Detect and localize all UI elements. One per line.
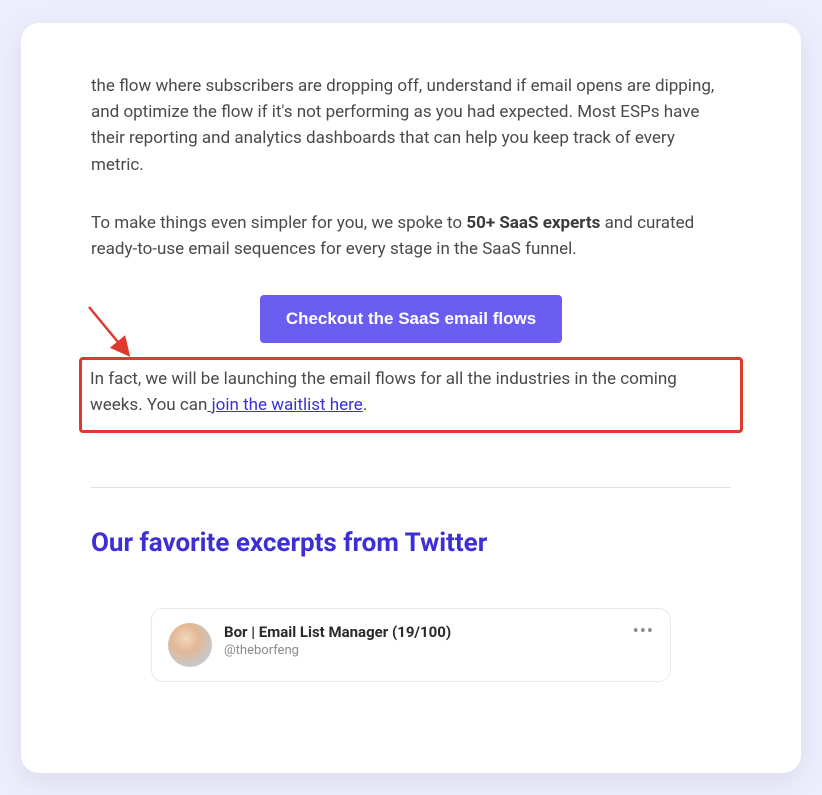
- tweet-more-icon[interactable]: •••: [633, 623, 654, 641]
- tweet-author-name: Bor | Email List Manager (19/100): [224, 623, 621, 641]
- content-card: the flow where subscribers are dropping …: [21, 23, 801, 773]
- tweet-header: Bor | Email List Manager (19/100) @thebo…: [224, 623, 621, 658]
- tweet-card[interactable]: Bor | Email List Manager (19/100) @thebo…: [151, 608, 671, 682]
- highlight-text-before: In fact, we will be launching the email …: [90, 369, 677, 415]
- paragraph-1: the flow where subscribers are dropping …: [91, 73, 731, 178]
- twitter-section-title: Our favorite excerpts from Twitter: [91, 528, 731, 558]
- tweet-author-handle: @theborfeng: [224, 643, 621, 658]
- highlight-wrapper: In fact, we will be launching the email …: [91, 357, 731, 434]
- checkout-flows-button[interactable]: Checkout the SaaS email flows: [260, 295, 562, 343]
- join-waitlist-link[interactable]: join the waitlist here: [207, 395, 362, 415]
- highlight-text-after: .: [363, 395, 367, 415]
- cta-container: Checkout the SaaS email flows: [91, 295, 731, 343]
- highlight-box: In fact, we will be launching the email …: [79, 357, 743, 434]
- paragraph-2-before: To make things even simpler for you, we …: [91, 213, 466, 233]
- paragraph-2-bold: 50+ SaaS experts: [466, 213, 600, 233]
- paragraph-2: To make things even simpler for you, we …: [91, 210, 731, 263]
- section-divider: [91, 487, 731, 488]
- avatar: [168, 623, 212, 667]
